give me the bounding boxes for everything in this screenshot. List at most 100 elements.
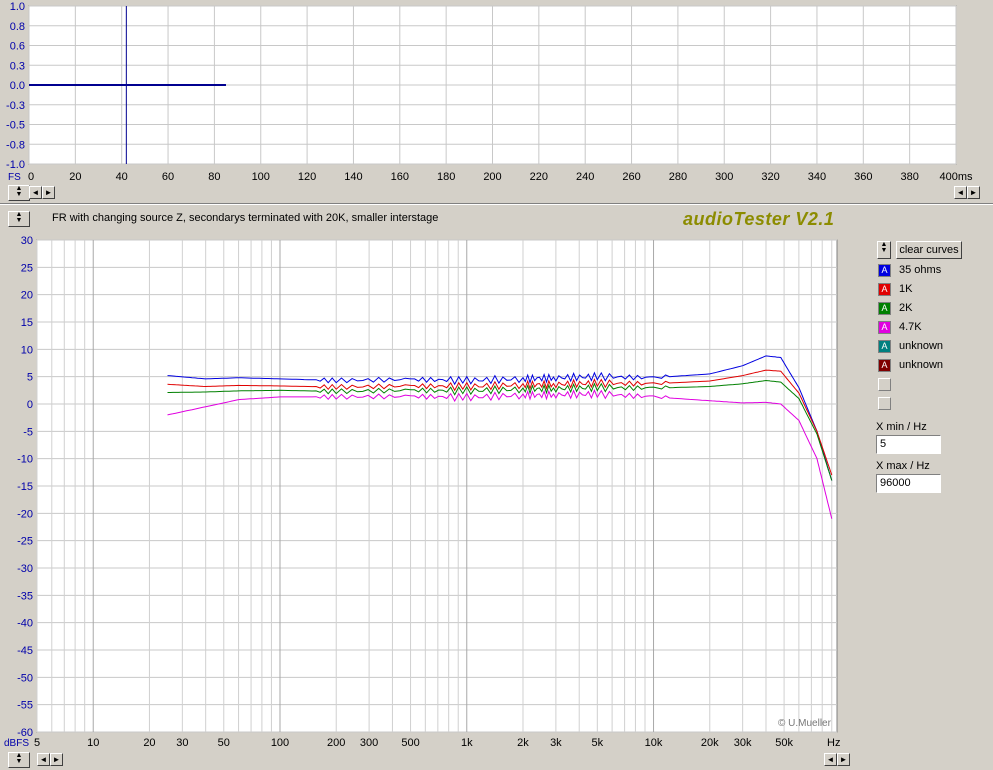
time-y-unit: FS xyxy=(8,172,21,183)
y-tick-label: -35 xyxy=(17,590,33,602)
y-tick-label: -20 xyxy=(17,508,33,520)
y-tick-label: -45 xyxy=(17,645,33,657)
x-tick-label: 5 xyxy=(34,737,40,748)
x-tick-label: 100 xyxy=(252,171,270,183)
xmin-field[interactable]: 5 xyxy=(876,435,941,454)
x-tick-label: 2k xyxy=(517,737,529,748)
curve-title-spinner[interactable]: ▲ ▼ xyxy=(8,211,30,227)
y-tick-label: -50 xyxy=(17,672,33,684)
x-tick-label: 360 xyxy=(854,171,872,183)
x-tick-label: 200 xyxy=(483,171,501,183)
x-tick-label: 10 xyxy=(87,737,99,748)
x-tick-label: 3k xyxy=(550,737,562,748)
x-tick-label: 180 xyxy=(437,171,455,183)
legend-item-label: 35 ohms xyxy=(899,264,942,276)
x-tick-label: 380 xyxy=(900,171,918,183)
xmax-label: X max / Hz xyxy=(876,460,930,472)
fr-scroll-end-left-button[interactable]: ◄ xyxy=(824,753,837,766)
legend-item-label: unknown xyxy=(899,340,944,352)
fr-y-unit: dBFS xyxy=(4,738,29,748)
x-tick-label: 1k xyxy=(461,737,473,748)
x-tick-label: 80 xyxy=(208,171,220,183)
y-tick-label: 20 xyxy=(21,290,33,302)
x-tick-label: 200 xyxy=(327,737,345,748)
panel-separator xyxy=(0,203,993,205)
x-tick-label: 10k xyxy=(645,737,663,748)
frequency-response-chart: 302520151050-5-10-15-20-25-30-35-40-45-5… xyxy=(4,235,840,748)
x-tick-label: 30 xyxy=(176,737,188,748)
fr-x-ticks: 5 10 20 30 50 100 200 300 500 1k 2k 3k 5k 10k 20k 30k 50… xyxy=(34,737,794,748)
x-tick-label: 320 xyxy=(761,171,779,183)
y-tick-label: -40 xyxy=(17,618,33,630)
y-tick-label: 15 xyxy=(21,317,33,329)
time-x-ticks: 0 20 40 60 80 100 120 140 160 180 200 220 240 260 280 3… xyxy=(28,171,973,183)
clear-curves-button[interactable]: clear curves xyxy=(896,241,962,259)
time-scroll-left-button[interactable]: ◄ xyxy=(29,186,42,199)
curve-toggle-icon[interactable]: A xyxy=(878,340,891,353)
time-y-ticks: 1.0 0.8 0.6 0.3 0.0 -0.3 -0.5 -0.8 -1.0 xyxy=(6,1,25,171)
fr-y-ticks: 30 25 20 15 10 5 0 -5 -10 -15 -20 -25 -30 -35 -40 -45 -5… xyxy=(17,235,33,739)
curve-title: FR with changing source Z, secondarys te… xyxy=(52,212,439,224)
legend-item-label: unknown xyxy=(899,359,944,371)
fr-scroll-right-button[interactable]: ► xyxy=(50,753,63,766)
y-tick-label: 25 xyxy=(21,262,33,274)
time-scroll-right-button[interactable]: ► xyxy=(42,186,55,199)
y-tick-label: 30 xyxy=(21,235,33,247)
legend-item-label: 2K xyxy=(899,302,913,314)
y-tick-label: 0.8 xyxy=(10,21,25,33)
x-tick-label: 0 xyxy=(28,171,34,183)
time-domain-chart: 1.0 0.8 0.6 0.3 0.0 -0.3 -0.5 -0.8 -1.0 0 20 40 60 8… xyxy=(6,1,973,183)
y-tick-label: -15 xyxy=(17,481,33,493)
curve-toggle-icon[interactable]: A xyxy=(878,359,891,372)
xmax-field[interactable]: 96000 xyxy=(876,474,941,493)
y-tick-label: -0.5 xyxy=(6,120,25,132)
x-tick-label: 300 xyxy=(715,171,733,183)
fr-scroll-end-right-button[interactable]: ► xyxy=(837,753,850,766)
y-tick-label: -5 xyxy=(23,426,33,438)
y-tick-label: -55 xyxy=(17,700,33,712)
x-tick-label: 20k xyxy=(701,737,719,748)
legend-item-label: 1K xyxy=(899,283,913,295)
time-zoom-spinner[interactable]: ▲ ▼ xyxy=(8,185,30,201)
x-tick-label: 260 xyxy=(622,171,640,183)
y-tick-label: 0 xyxy=(27,399,33,411)
legend-spinner[interactable]: ▲ ▼ xyxy=(877,241,891,259)
legend-item-label: 4.7K xyxy=(899,321,922,333)
x-tick-label: 160 xyxy=(391,171,409,183)
y-tick-label: 1.0 xyxy=(10,1,25,13)
xmin-label: X min / Hz xyxy=(876,421,927,433)
time-scroll-end-right-button[interactable]: ► xyxy=(967,186,980,199)
y-tick-label: 10 xyxy=(21,344,33,356)
x-tick-label: 20 xyxy=(69,171,81,183)
x-tick-label: 30k xyxy=(734,737,752,748)
x-tick-label: 50k xyxy=(775,737,793,748)
x-tick-label: 100 xyxy=(271,737,289,748)
x-tick-label: 5k xyxy=(592,737,604,748)
x-tick-label: 240 xyxy=(576,171,594,183)
curve-toggle-icon[interactable]: A xyxy=(878,264,891,277)
y-tick-label: -30 xyxy=(17,563,33,575)
x-tick-label: 400ms xyxy=(939,171,973,183)
curve-toggle-icon[interactable]: A xyxy=(878,302,891,315)
y-tick-label: -25 xyxy=(17,536,33,548)
x-tick-label: 340 xyxy=(808,171,826,183)
y-tick-label: -0.8 xyxy=(6,139,25,151)
x-tick-label: 50 xyxy=(218,737,230,748)
x-tick-label: 20 xyxy=(143,737,155,748)
fr-scroll-left-button[interactable]: ◄ xyxy=(37,753,50,766)
app-brand: audioTester V2.1 xyxy=(683,209,835,229)
y-tick-label: 0.6 xyxy=(10,41,25,53)
x-tick-label: 140 xyxy=(344,171,362,183)
y-tick-label: -10 xyxy=(17,454,33,466)
copyright-note: © U.Mueller xyxy=(778,718,831,729)
curve-toggle-icon[interactable]: A xyxy=(878,321,891,334)
fr-x-unit: Hz xyxy=(827,737,840,748)
fr-zoom-spinner[interactable]: ▲ ▼ xyxy=(8,752,30,768)
empty-slot-icon[interactable] xyxy=(878,378,891,391)
curve-toggle-icon[interactable]: A xyxy=(878,283,891,296)
x-tick-label: 40 xyxy=(116,171,128,183)
y-tick-label: 0.3 xyxy=(10,60,25,72)
time-scroll-end-left-button[interactable]: ◄ xyxy=(954,186,967,199)
x-tick-label: 120 xyxy=(298,171,316,183)
empty-slot-icon[interactable] xyxy=(878,397,891,410)
